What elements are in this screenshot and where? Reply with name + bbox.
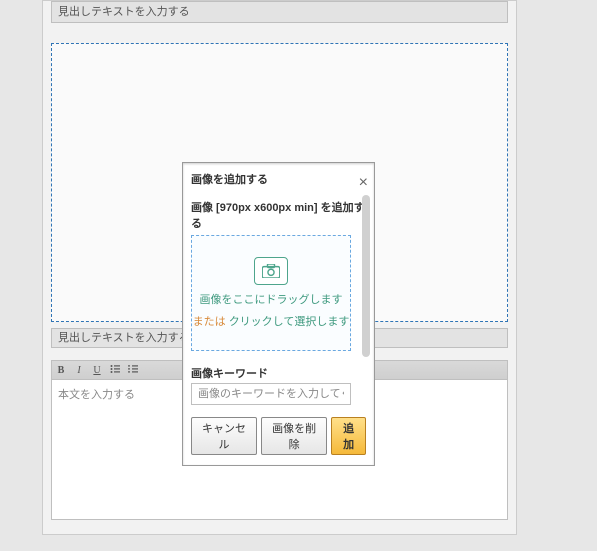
numbered-list-button[interactable] — [128, 364, 138, 377]
modal-upload-button[interactable] — [254, 257, 288, 285]
drop-instruction-2: または クリックして選択します — [193, 313, 350, 329]
add-image-modal: 画像を追加する × 画像 [970px x600px min] を追加する 画像… — [182, 162, 375, 466]
drop-click-text: クリックして選択します — [229, 316, 350, 328]
bold-button[interactable]: B — [56, 365, 66, 376]
add-button[interactable]: 追加 — [331, 417, 366, 455]
bullet-list-button[interactable] — [110, 364, 120, 377]
keyword-input[interactable] — [191, 383, 351, 405]
close-button[interactable]: × — [359, 175, 368, 191]
heading-input-1[interactable] — [51, 1, 508, 23]
modal-button-row: キャンセル 画像を削除 追加 — [191, 417, 366, 455]
delete-image-button[interactable]: 画像を削除 — [261, 417, 327, 455]
drop-instruction-1: 画像をここにドラッグします — [200, 291, 343, 307]
keyword-label: 画像キーワード — [191, 365, 366, 381]
modal-subheading: 画像 [970px x600px min] を追加する — [191, 199, 366, 231]
camera-icon — [262, 264, 280, 278]
drop-or-text: または — [193, 316, 229, 328]
cancel-button[interactable]: キャンセル — [191, 417, 257, 455]
modal-dropzone[interactable]: 画像をここにドラッグします または クリックして選択します — [191, 235, 351, 351]
modal-scrollbar[interactable] — [362, 195, 370, 357]
italic-button[interactable]: I — [74, 365, 84, 376]
modal-title: 画像を追加する — [191, 171, 366, 187]
underline-button[interactable]: U — [92, 365, 102, 376]
